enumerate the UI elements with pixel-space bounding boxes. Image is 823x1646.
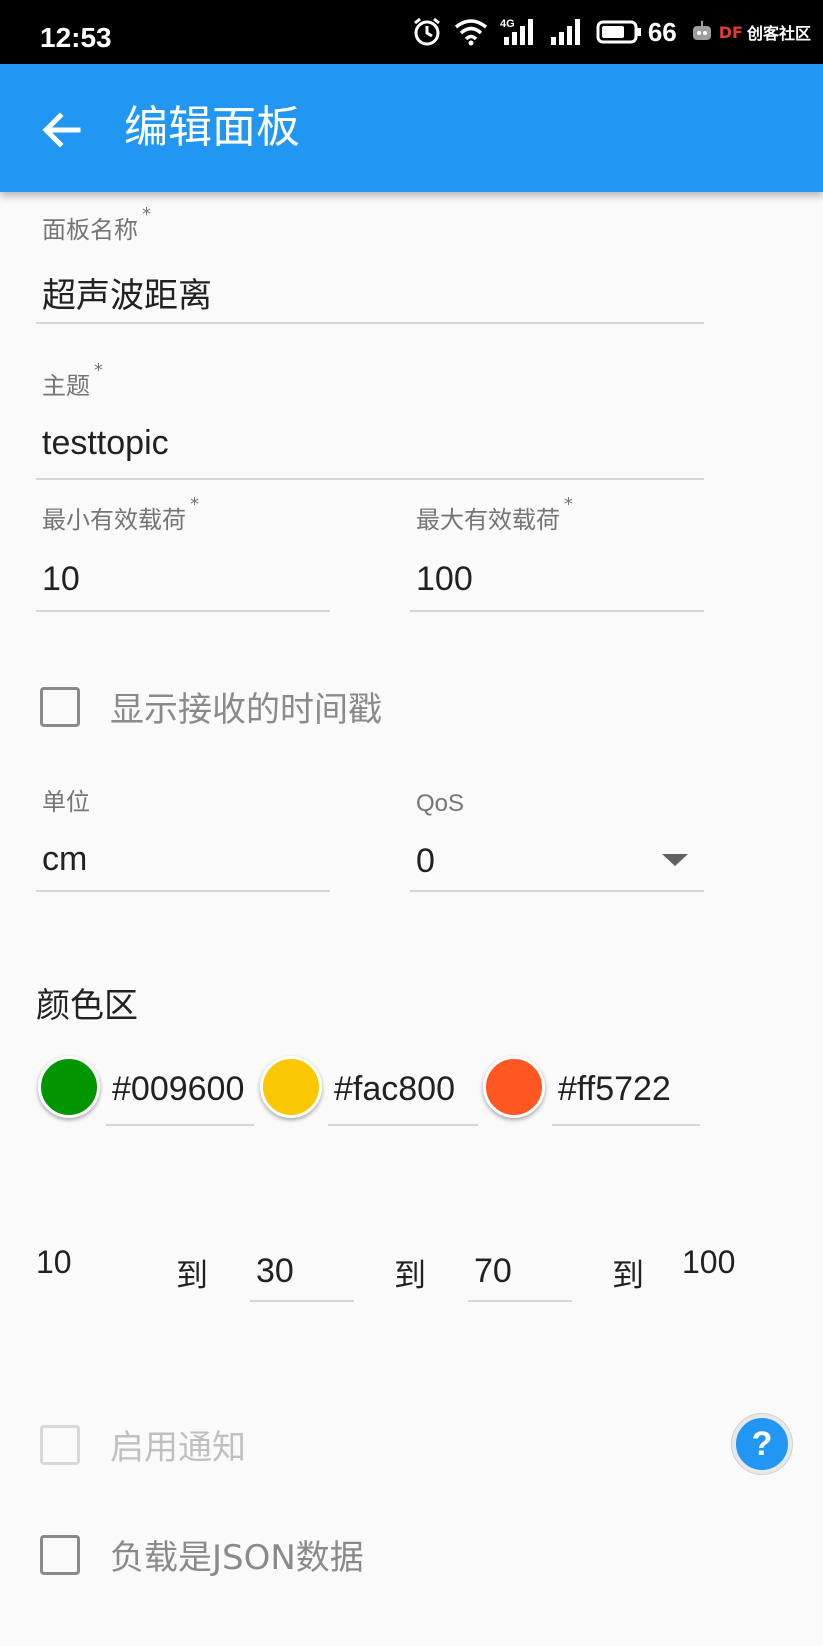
min-payload-underline <box>36 610 330 612</box>
svg-text:4G: 4G <box>500 18 515 30</box>
unit-label: 单位 <box>42 788 90 816</box>
battery-icon <box>596 20 641 44</box>
color-swatch-orange[interactable] <box>483 1056 545 1118</box>
color-hex-input-3[interactable]: #ff5722 <box>558 1070 706 1109</box>
enable-notification-label: 启用通知 <box>110 1428 246 1468</box>
color-hex-input-2[interactable]: #fac800 <box>334 1070 484 1109</box>
battery-level: 66 <box>647 16 677 47</box>
status-bar: 12:53 4G 66 DF 创客社区 <box>0 0 823 64</box>
unit-input[interactable]: cm <box>42 840 87 879</box>
range-mid2-field[interactable]: 70 <box>468 1250 572 1302</box>
show-timestamp-checkbox[interactable] <box>40 686 80 727</box>
wifi-icon <box>454 19 487 46</box>
color-hex-input-1[interactable]: #009600 <box>112 1070 254 1109</box>
watermark-brand: DF <box>718 22 743 42</box>
range-start: 10 <box>36 1244 72 1280</box>
topic-input[interactable]: testtopic <box>42 424 169 463</box>
panel-name-field[interactable]: 面板名称* 超声波距离 <box>36 204 704 326</box>
range-to-label-2: 到 <box>394 1256 427 1294</box>
alarm-icon <box>413 17 440 46</box>
color-zone-title: 颜色区 <box>36 986 138 1026</box>
show-timestamp-row[interactable]: 显示接收的时间戳 <box>40 682 382 731</box>
unit-field[interactable]: 单位 cm <box>36 782 330 892</box>
status-icons: 4G 66 DF 创客社区 <box>412 14 811 50</box>
required-mark: * <box>142 204 151 225</box>
min-payload-input[interactable]: 10 <box>42 560 80 599</box>
max-payload-label: 最大有效载荷 <box>416 506 560 534</box>
json-payload-row[interactable]: 负载是JSON数据 <box>40 1530 364 1579</box>
range-to-label-3: 到 <box>612 1256 645 1294</box>
arrow-back-icon <box>42 112 81 148</box>
qos-selected-value: 0 <box>416 842 435 880</box>
panel-name-input[interactable]: 超声波距离 <box>42 268 212 317</box>
panel-name-label: 面板名称 <box>42 216 138 244</box>
required-mark: * <box>190 494 199 515</box>
min-payload-label: 最小有效载荷 <box>42 506 186 534</box>
qos-select[interactable]: QoS 0 <box>410 790 704 892</box>
color-hex-field-3[interactable]: #ff5722 <box>552 1070 700 1126</box>
color-swatch-green[interactable] <box>38 1056 100 1118</box>
color-hex-field-2[interactable]: #fac800 <box>328 1070 478 1126</box>
topic-underline <box>36 478 704 480</box>
range-underline <box>250 1300 354 1302</box>
robot-logo-icon <box>692 21 711 40</box>
color-swatch-yellow[interactable] <box>260 1056 322 1118</box>
cellular-4g-icon: 4G <box>500 18 533 45</box>
range-mid2-input[interactable]: 70 <box>474 1252 512 1291</box>
color-hex-field-1[interactable]: #009600 <box>106 1070 254 1126</box>
required-mark: * <box>564 494 573 515</box>
range-end: 100 <box>682 1244 736 1280</box>
help-button[interactable]: ? <box>732 1414 792 1474</box>
app-bar: 编辑面板 <box>0 64 823 192</box>
range-mid1-field[interactable]: 30 <box>250 1250 354 1302</box>
watermark-logo: DF 创客社区 <box>689 19 811 45</box>
page-title: 编辑面板 <box>124 102 300 153</box>
range-mid1-input[interactable]: 30 <box>256 1252 294 1291</box>
signal-icon <box>550 19 580 45</box>
json-payload-checkbox[interactable] <box>40 1534 80 1575</box>
panel-name-underline <box>36 322 704 324</box>
watermark-text: 创客社区 <box>746 24 811 43</box>
hex-underline <box>106 1124 254 1126</box>
range-underline <box>468 1300 572 1302</box>
show-timestamp-label: 显示接收的时间戳 <box>110 690 382 730</box>
topic-field[interactable]: 主题* testtopic <box>36 360 704 482</box>
topic-label: 主题 <box>42 372 90 400</box>
max-payload-field[interactable]: 最大有效载荷* 100 <box>410 494 704 616</box>
hex-underline <box>552 1124 700 1126</box>
max-payload-input[interactable]: 100 <box>416 560 473 599</box>
hex-underline <box>328 1124 478 1126</box>
dropdown-arrow-icon <box>662 854 688 866</box>
enable-notification-row: 启用通知 <box>40 1420 246 1469</box>
help-icon: ? <box>751 1424 773 1463</box>
min-payload-field[interactable]: 最小有效载荷* 10 <box>36 494 330 616</box>
enable-notification-checkbox <box>40 1424 80 1465</box>
status-time: 12:53 <box>40 22 112 53</box>
max-payload-underline <box>410 610 704 612</box>
qos-label: QoS <box>416 790 465 817</box>
qos-underline <box>410 890 704 892</box>
back-button[interactable] <box>36 104 88 156</box>
unit-underline <box>36 890 330 892</box>
range-to-label-1: 到 <box>176 1256 209 1294</box>
json-payload-label: 负载是JSON数据 <box>110 1538 364 1578</box>
required-mark: * <box>94 360 103 381</box>
